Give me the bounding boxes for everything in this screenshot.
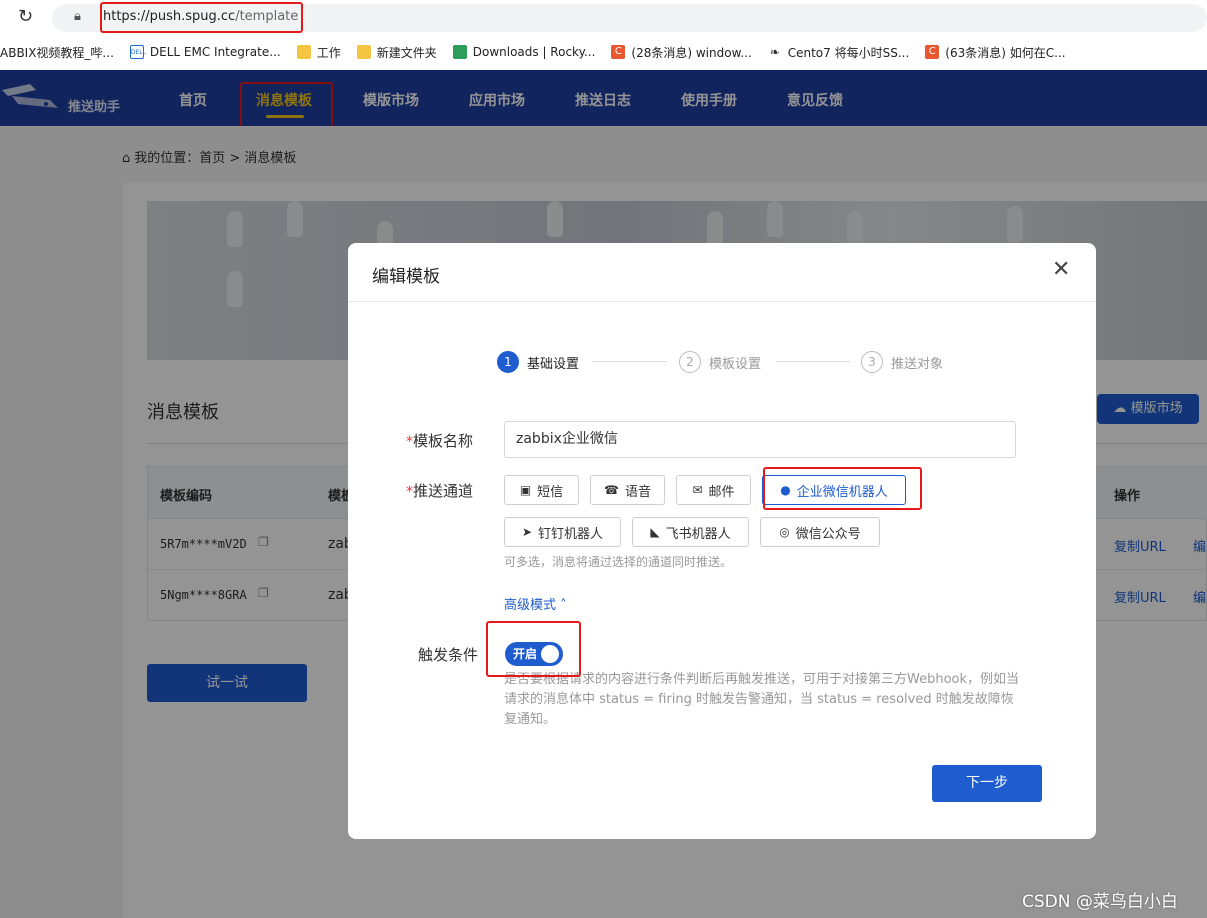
next-step-button[interactable]: 下一步 [932,765,1042,802]
channel-label: 微信公众号 [795,526,861,542]
bookmark-item[interactable]: ABBIX视频教程_哔... [0,44,114,61]
modal-title: 编辑模板 [372,267,440,287]
bookmark-item[interactable]: C (28条消息) window... [611,44,752,61]
close-icon[interactable]: ✕ [1052,257,1070,282]
watermark: CSDN @菜鸟白小白 [1022,892,1178,912]
channel-label: 飞书机器人 [665,526,731,542]
step-connector [776,361,850,362]
required-mark: * [406,434,413,450]
channel-label: 语音 [624,484,651,500]
phone-icon: ☎ [604,483,619,497]
chevron-up-icon: ˄ [560,598,567,613]
folder-icon [296,45,311,59]
divider [348,301,1096,302]
dell-icon: DELL [129,45,146,59]
bookmark-item[interactable]: ❧ Cento7 将每小时SS... [767,44,910,61]
trigger-description: 是否要根据请求的内容进行条件判断后再触发推送，可用于对接第三方Webhook，例… [504,672,1020,727]
channel-label: 钉钉机器人 [538,526,604,542]
channel-mail-button[interactable]: ✉ 邮件 [676,475,751,505]
bookmark-label: DELL EMC Integrate... [149,45,281,59]
step-1-circle: 1 [497,351,519,373]
bookmark-item[interactable]: 工作 [296,44,341,61]
channel-hint: 可多选，消息将通过选择的通道同时推送。 [504,555,733,569]
step-1-label: 基础设置 [527,357,580,372]
wecom-icon: ● [780,483,791,497]
advanced-mode-label: 高级模式 [504,598,557,613]
url-text[interactable]: https://push.spug.cc/template [103,9,298,24]
step-2-label: 模板设置 [709,357,762,372]
channel-wecom-bot-button[interactable]: ● 企业微信机器人 [762,475,906,505]
bookmark-label: (28条消息) window... [631,45,752,60]
bookmark-label: ABBIX视频教程_哔... [0,45,114,60]
bookmark-item[interactable]: C (63条消息) 如何在C... [925,44,1066,61]
fox-icon: ❧ [767,45,782,59]
browser-chrome: ↻ 🔒︎ https://push.spug.cc/template ABBIX… [0,0,1207,70]
trigger-toggle[interactable]: 开启 [505,642,563,666]
step-3-circle: 3 [861,351,883,373]
advanced-mode-link[interactable]: 高级模式 ˄ [504,594,567,613]
name-label: *模板名称 [406,430,473,451]
csdn-icon: C [611,45,626,59]
edit-template-modal: 编辑模板 ✕ 1 基础设置 2 模板设置 3 推送对象 *模板名称 zabbix… [348,243,1096,839]
step-2-circle: 2 [679,351,701,373]
bookmark-label: Cento7 将每小时SS... [787,45,910,60]
name-label-text: 模板名称 [413,432,474,450]
url-path: /template [235,9,299,24]
channel-wechat-mp-button[interactable]: ◎ 微信公众号 [760,517,880,547]
feishu-icon: ◣ [650,525,660,539]
url-host: https://push.spug.cc [103,9,236,24]
toggle-knob [541,645,559,663]
bookmark-label: (63条消息) 如何在C... [945,45,1066,60]
folder-icon [356,45,371,59]
message-icon: ▣ [519,483,532,497]
channel-label: 短信 [537,484,564,500]
reload-icon[interactable]: ↻ [18,6,33,27]
channel-feishu-bot-button[interactable]: ◣ 飞书机器人 [632,517,749,547]
required-mark: * [406,484,413,500]
mail-icon: ✉ [692,483,703,497]
trigger-label: 触发条件 [418,646,479,664]
channel-label: 邮件 [708,484,735,500]
bookmark-label: Downloads | Rocky... [472,45,596,59]
step-3-label: 推送对象 [891,357,944,372]
bookmarks-bar: ABBIX视频教程_哔... DELL DELL EMC Integrate... 工… [0,37,1207,67]
channel-sms-button[interactable]: ▣ 短信 [504,475,579,505]
template-name-input[interactable]: zabbix企业微信 [504,421,1016,458]
channel-voice-button[interactable]: ☎ 语音 [590,475,665,505]
step-connector [593,361,667,362]
dingtalk-icon: ➤ [521,525,533,539]
channel-label: *推送通道 [406,480,473,501]
lock-icon[interactable]: 🔒︎ [74,9,81,24]
csdn-icon: C [925,45,940,59]
wechat-icon: ◎ [779,525,790,539]
channel-label-text: 推送通道 [413,482,474,500]
toggle-label: 开启 [513,647,538,661]
bookmark-label: 工作 [316,45,341,60]
bookmark-label: 新建文件夹 [376,45,437,60]
channel-dingtalk-bot-button[interactable]: ➤ 钉钉机器人 [504,517,621,547]
bookmark-item[interactable]: Downloads | Rocky... [452,45,596,59]
bookmark-item[interactable]: 新建文件夹 [356,44,437,61]
bookmark-item[interactable]: DELL DELL EMC Integrate... [129,45,281,59]
rocky-icon [452,45,467,59]
channel-label: 企业微信机器人 [796,484,888,500]
